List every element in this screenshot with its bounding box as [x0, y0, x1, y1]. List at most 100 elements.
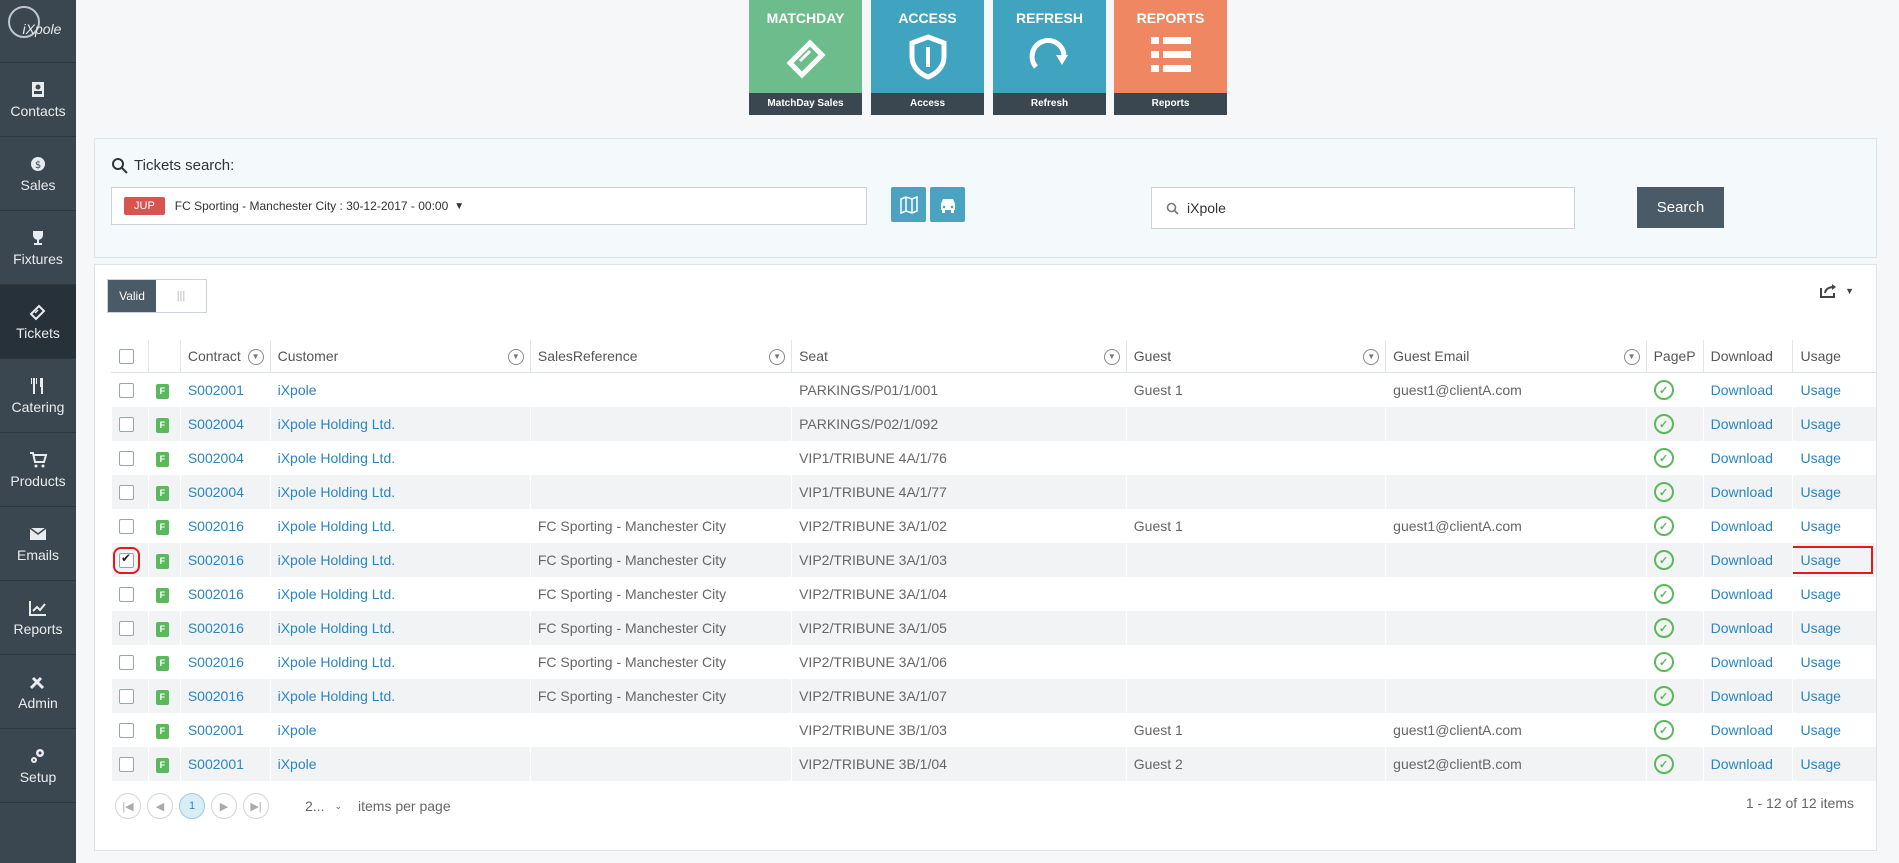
filter-icon[interactable]: ▼	[1103, 349, 1120, 365]
nav-catering[interactable]: Catering	[0, 359, 76, 433]
nav-fixtures[interactable]: Fixtures	[0, 211, 76, 285]
table-row[interactable]: F S002016 iXpole Holding Ltd. FC Sporting -…	[111, 679, 1876, 713]
customer-link[interactable]: iXpole Holding Ltd.	[278, 416, 396, 432]
table-row[interactable]: F S002004 iXpole Holding Ltd. PARKINGS/P02/…	[111, 407, 1876, 441]
row-checkbox[interactable]	[119, 757, 134, 773]
contract-link[interactable]: S002016	[188, 688, 244, 704]
valid-toggle[interactable]: Valid |||	[107, 279, 207, 313]
filter-icon[interactable]: ▼	[507, 349, 524, 365]
contract-link[interactable]: S002001	[188, 722, 244, 738]
nav-admin[interactable]: Admin	[0, 655, 76, 729]
download-link[interactable]: Download	[1711, 552, 1773, 568]
logo[interactable]: iXpole	[0, 0, 76, 63]
customer-link[interactable]: iXpole Holding Ltd.	[278, 484, 396, 500]
usage-link[interactable]: Usage	[1800, 688, 1840, 704]
tile-reports[interactable]: REPORTS Reports	[1114, 0, 1227, 115]
customer-link[interactable]: iXpole Holding Ltd.	[278, 620, 396, 636]
filter-icon[interactable]: ▼	[1623, 349, 1640, 365]
table-row[interactable]: F S002016 iXpole Holding Ltd. FC Sporting -…	[111, 543, 1876, 577]
download-link[interactable]: Download	[1711, 586, 1773, 602]
table-row[interactable]: F S002016 iXpole Holding Ltd. FC Sporting -…	[112, 645, 1877, 679]
next-page-button[interactable]: ▶	[211, 793, 237, 819]
customer-link[interactable]: iXpole Holding Ltd.	[278, 654, 396, 670]
page-size-select[interactable]: 2... ⌄	[305, 798, 342, 814]
table-row[interactable]: F S002001 iXpole VIP2/TRIBUNE 3B/1/03 Guest …	[112, 713, 1877, 747]
download-link[interactable]: Download	[1711, 620, 1773, 636]
usage-link[interactable]: Usage	[1800, 586, 1840, 602]
table-row[interactable]: F S002001 iXpole VIP2/TRIBUNE 3B/1/04 Guest …	[111, 747, 1876, 781]
nav-tickets[interactable]: Tickets	[0, 285, 76, 359]
usage-link[interactable]: Usage	[1800, 722, 1840, 738]
filter-icon[interactable]: ▼	[247, 349, 264, 365]
header-download[interactable]: Download	[1702, 340, 1793, 373]
first-page-button[interactable]: |◀	[115, 793, 141, 819]
customer-link[interactable]: iXpole Holding Ltd.	[278, 518, 396, 534]
table-row[interactable]: F S002016 iXpole Holding Ltd. FC Sporting -…	[112, 509, 1877, 543]
download-link[interactable]: Download	[1711, 756, 1773, 772]
table-row[interactable]: F S002004 iXpole Holding Ltd. VIP1/TRIBUNE …	[112, 441, 1877, 475]
download-link[interactable]: Download	[1711, 518, 1773, 534]
usage-link[interactable]: Usage	[1800, 382, 1840, 398]
row-checkbox[interactable]	[119, 587, 134, 603]
search-input[interactable]: iXpole	[1151, 187, 1575, 229]
customer-link[interactable]: iXpole Holding Ltd.	[278, 552, 396, 568]
nav-setup[interactable]: Setup	[0, 729, 76, 803]
contract-link[interactable]: S002016	[188, 552, 244, 568]
nav-reports[interactable]: Reports	[0, 581, 76, 655]
table-row[interactable]: F S002016 iXpole Holding Ltd. FC Sporting -…	[112, 577, 1877, 611]
row-checkbox[interactable]	[119, 621, 134, 637]
download-link[interactable]: Download	[1711, 484, 1773, 500]
row-checkbox[interactable]	[119, 689, 134, 705]
filter-icon[interactable]: ▼	[1363, 349, 1380, 365]
map-button[interactable]	[891, 187, 926, 222]
prev-page-button[interactable]: ◀	[147, 793, 173, 819]
parking-button[interactable]	[930, 187, 965, 222]
contract-link[interactable]: S002001	[188, 756, 244, 772]
usage-link[interactable]: Usage	[1793, 546, 1873, 574]
table-row[interactable]: F S002004 iXpole Holding Ltd. VIP1/TRIBUNE …	[111, 475, 1876, 509]
header-customer[interactable]: Customer ▼	[269, 340, 531, 373]
row-checkbox[interactable]	[119, 723, 134, 739]
search-button[interactable]: Search	[1637, 187, 1724, 228]
usage-link[interactable]: Usage	[1800, 518, 1840, 534]
nav-sales[interactable]: $ Sales	[0, 137, 76, 211]
download-link[interactable]: Download	[1711, 416, 1773, 432]
nav-contacts[interactable]: Contacts	[0, 63, 76, 137]
customer-link[interactable]: iXpole	[278, 756, 317, 772]
filter-icon[interactable]: ▼	[769, 349, 786, 365]
usage-link[interactable]: Usage	[1800, 654, 1840, 670]
row-checkbox[interactable]	[119, 417, 134, 433]
header-page[interactable]: PageP	[1645, 340, 1704, 373]
tile-refresh[interactable]: REFRESH Refresh	[993, 0, 1106, 115]
header-contract[interactable]: Contract ▼	[179, 340, 271, 373]
customer-link[interactable]: iXpole	[278, 382, 317, 398]
customer-link[interactable]: iXpole Holding Ltd.	[278, 586, 396, 602]
header-guest[interactable]: Guest ▼	[1125, 340, 1386, 373]
nav-emails[interactable]: Emails	[0, 507, 76, 581]
header-usage[interactable]: Usage	[1792, 340, 1876, 373]
usage-link[interactable]: Usage	[1800, 756, 1840, 772]
header-seat[interactable]: Seat ▼	[791, 340, 1127, 373]
usage-link[interactable]: Usage	[1800, 416, 1840, 432]
customer-link[interactable]: iXpole Holding Ltd.	[278, 450, 396, 466]
contract-link[interactable]: S002004	[188, 450, 244, 466]
download-link[interactable]: Download	[1711, 382, 1773, 398]
row-checkbox[interactable]	[119, 655, 134, 671]
table-row[interactable]: F S002001 iXpole PARKINGS/P01/1/001 Guest 1 g…	[112, 373, 1877, 408]
header-guest-email[interactable]: Guest Email ▼	[1385, 340, 1647, 373]
page-button-current[interactable]: 1	[179, 793, 205, 819]
row-checkbox[interactable]	[113, 547, 140, 575]
tile-access[interactable]: ACCESS Access	[871, 0, 984, 115]
contract-link[interactable]: S002016	[188, 620, 244, 636]
select-all-checkbox[interactable]	[118, 349, 134, 365]
usage-link[interactable]: Usage	[1800, 450, 1840, 466]
download-link[interactable]: Download	[1711, 722, 1773, 738]
download-link[interactable]: Download	[1711, 654, 1773, 670]
usage-link[interactable]: Usage	[1800, 620, 1840, 636]
tile-matchday[interactable]: MATCHDAY MatchDay Sales	[749, 0, 862, 115]
contract-link[interactable]: S002016	[188, 518, 244, 534]
row-checkbox[interactable]	[119, 383, 134, 399]
last-page-button[interactable]: ▶|	[243, 793, 269, 819]
customer-link[interactable]: iXpole	[278, 722, 317, 738]
contract-link[interactable]: S002004	[188, 484, 244, 500]
